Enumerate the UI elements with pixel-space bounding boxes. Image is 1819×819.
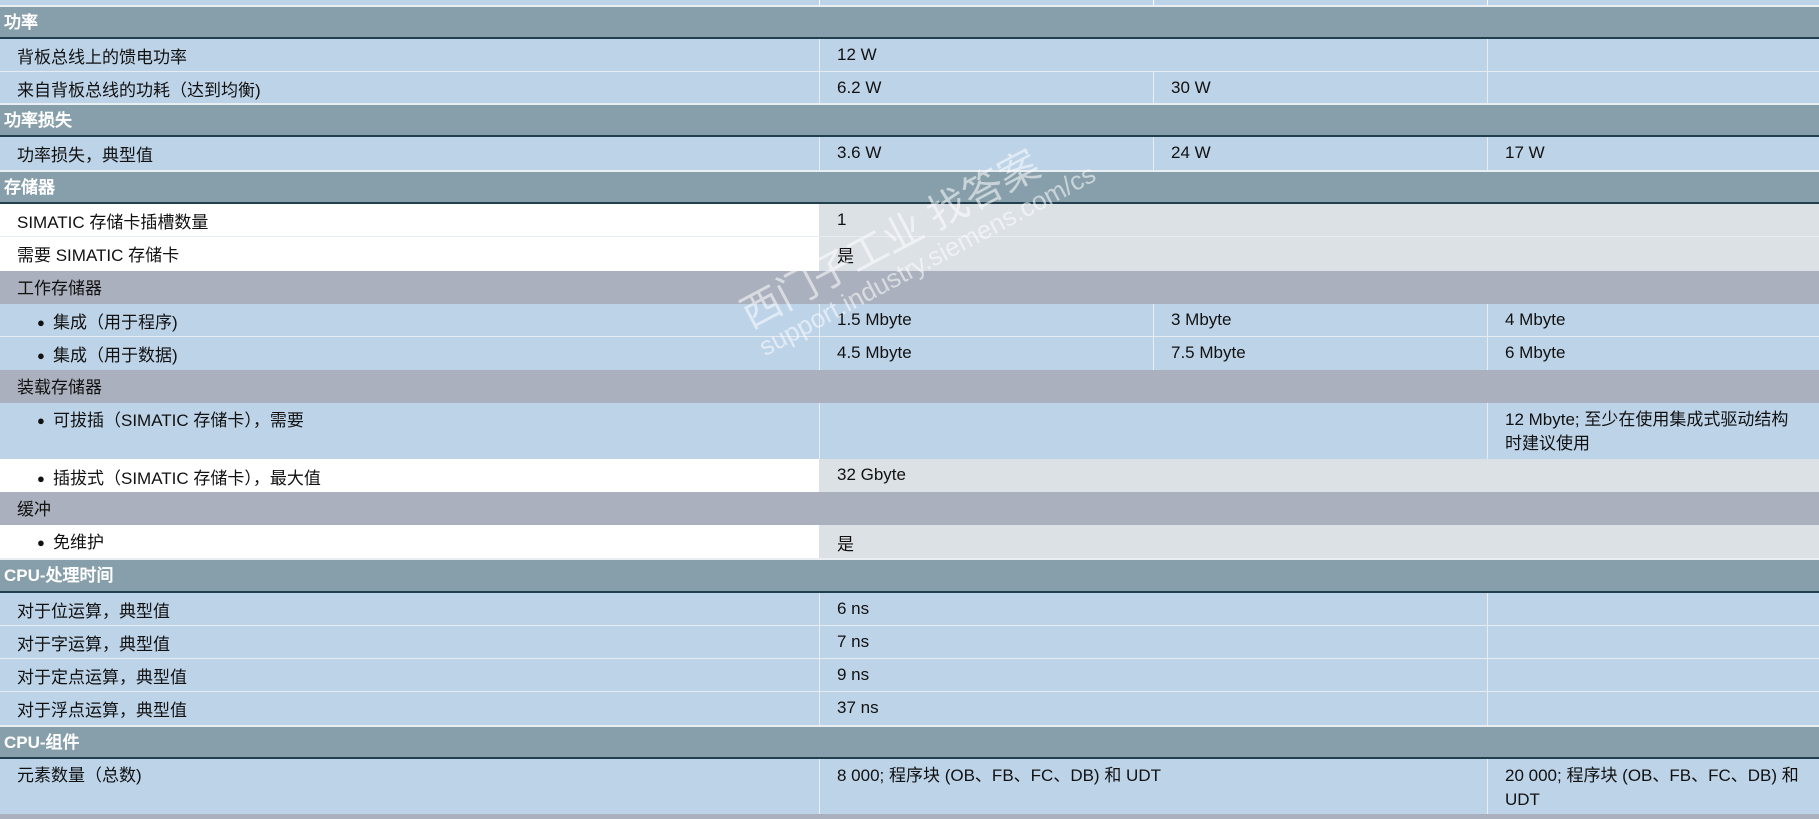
table-row-consumption: 来自背板总线的功耗（达到均衡) 6.2 W 30 W <box>0 72 1819 103</box>
value-cell: 6 ns <box>837 599 870 618</box>
value-cell: 是 <box>837 535 854 554</box>
value-cell: 4 Mbyte <box>1505 310 1566 329</box>
table-row-card-required: 需要 SIMATIC 存储卡 是 <box>0 237 1819 271</box>
subheader-work-memory: 工作存储器 <box>0 271 1819 304</box>
row-label: 工作存储器 <box>17 279 102 298</box>
value-cell: 6.2 W <box>837 78 882 97</box>
table-row-fixed-op: 对于定点运算，典型值 9 ns <box>0 659 1819 692</box>
value-cell: 7.5 Mbyte <box>1171 343 1246 362</box>
value-cell: 20 000; 程序块 (OB、FB、FC、DB) 和 UDT <box>1505 766 1799 809</box>
row-label: 来自背板总线的功耗（达到均衡) <box>17 81 261 100</box>
value-cell: 6 Mbyte <box>1505 343 1566 362</box>
table-row-bit-op: 对于位运算，典型值 6 ns <box>0 593 1819 626</box>
value-cell: 12 Mbyte; 至少在使用集成式驱动结构时建议使用 <box>1505 410 1789 453</box>
table-row-pluggable-required: 可拔插（SIMATIC 存储卡），需要 12 Mbyte; 至少在使用集成式驱动… <box>0 403 1819 459</box>
section-title: 功率 <box>4 13 38 32</box>
value-cell: 17 W <box>1505 143 1545 162</box>
row-label: 装载存储器 <box>17 378 102 397</box>
spec-table: 功率 背板总线上的馈电功率 12 W 来自背板总线的功耗（达到均衡) 6.2 W… <box>0 0 1819 819</box>
table-row-word-op: 对于字运算，典型值 7 ns <box>0 626 1819 659</box>
row-label: 缓冲 <box>17 500 51 519</box>
bottom-strip <box>0 814 1819 819</box>
value-cell: 是 <box>837 247 854 266</box>
table-row-loss-typ: 功率损失，典型值 3.6 W 24 W 17 W <box>0 137 1819 170</box>
row-label: SIMATIC 存储卡插槽数量 <box>17 213 209 232</box>
table-row-integ-prog: 集成（用于程序) 1.5 Mbyte 3 Mbyte 4 Mbyte <box>0 304 1819 337</box>
value-cell: 3.6 W <box>837 143 882 162</box>
row-label: 插拔式（SIMATIC 存储卡），最大值 <box>37 467 321 491</box>
value-cell: 1.5 Mbyte <box>837 310 912 329</box>
row-label: 集成（用于数据) <box>37 344 178 368</box>
row-label: 功率损失，典型值 <box>17 146 153 165</box>
table-row-card-slots: SIMATIC 存储卡插槽数量 1 <box>0 204 1819 237</box>
row-label: 需要 SIMATIC 存储卡 <box>17 246 180 265</box>
value-cell: 12 W <box>837 45 877 64</box>
row-label: 免维护 <box>37 531 104 555</box>
value-cell: 3 Mbyte <box>1171 310 1232 329</box>
value-cell: 1 <box>837 210 847 229</box>
section-title: CPU-处理时间 <box>4 566 114 585</box>
section-title: CPU-组件 <box>4 733 80 752</box>
section-header-power-loss: 功率损失 <box>0 103 1819 137</box>
table-row-float-op: 对于浮点运算，典型值 37 ns <box>0 692 1819 725</box>
subheader-load-memory: 装载存储器 <box>0 370 1819 403</box>
row-label: 集成（用于程序) <box>37 311 178 335</box>
value-cell: 24 W <box>1171 143 1211 162</box>
row-label: 元素数量（总数) <box>17 766 142 785</box>
row-label: 对于定点运算，典型值 <box>17 668 187 687</box>
row-label: 背板总线上的馈电功率 <box>17 48 187 67</box>
value-cell: 32 Gbyte <box>837 465 906 484</box>
table-row-feed-power: 背板总线上的馈电功率 12 W <box>0 39 1819 72</box>
section-header-memory: 存储器 <box>0 170 1819 204</box>
table-row-maint-free: 免维护 是 <box>0 525 1819 558</box>
value-cell: 8 000; 程序块 (OB、FB、FC、DB) 和 UDT <box>837 766 1161 785</box>
value-cell: 4.5 Mbyte <box>837 343 912 362</box>
section-header-power: 功率 <box>0 5 1819 39</box>
section-title: 存储器 <box>4 178 55 197</box>
section-header-cpu-blocks: CPU-组件 <box>0 725 1819 759</box>
row-label: 对于浮点运算，典型值 <box>17 701 187 720</box>
table-row-pluggable-max: 插拔式（SIMATIC 存储卡），最大值 32 Gbyte <box>0 459 1819 492</box>
table-row-elements: 元素数量（总数) 8 000; 程序块 (OB、FB、FC、DB) 和 UDT … <box>0 759 1819 814</box>
row-label: 对于字运算，典型值 <box>17 635 170 654</box>
value-cell: 37 ns <box>837 698 879 717</box>
value-cell: 9 ns <box>837 665 870 684</box>
subheader-buffer: 缓冲 <box>0 492 1819 525</box>
value-cell: 30 W <box>1171 78 1211 97</box>
row-label: 对于位运算，典型值 <box>17 602 170 621</box>
value-cell: 7 ns <box>837 632 870 651</box>
section-title: 功率损失 <box>4 111 72 130</box>
row-label: 可拔插（SIMATIC 存储卡），需要 <box>37 409 304 433</box>
table-row-integ-data: 集成（用于数据) 4.5 Mbyte 7.5 Mbyte 6 Mbyte <box>0 337 1819 370</box>
section-header-cpu-time: CPU-处理时间 <box>0 558 1819 593</box>
